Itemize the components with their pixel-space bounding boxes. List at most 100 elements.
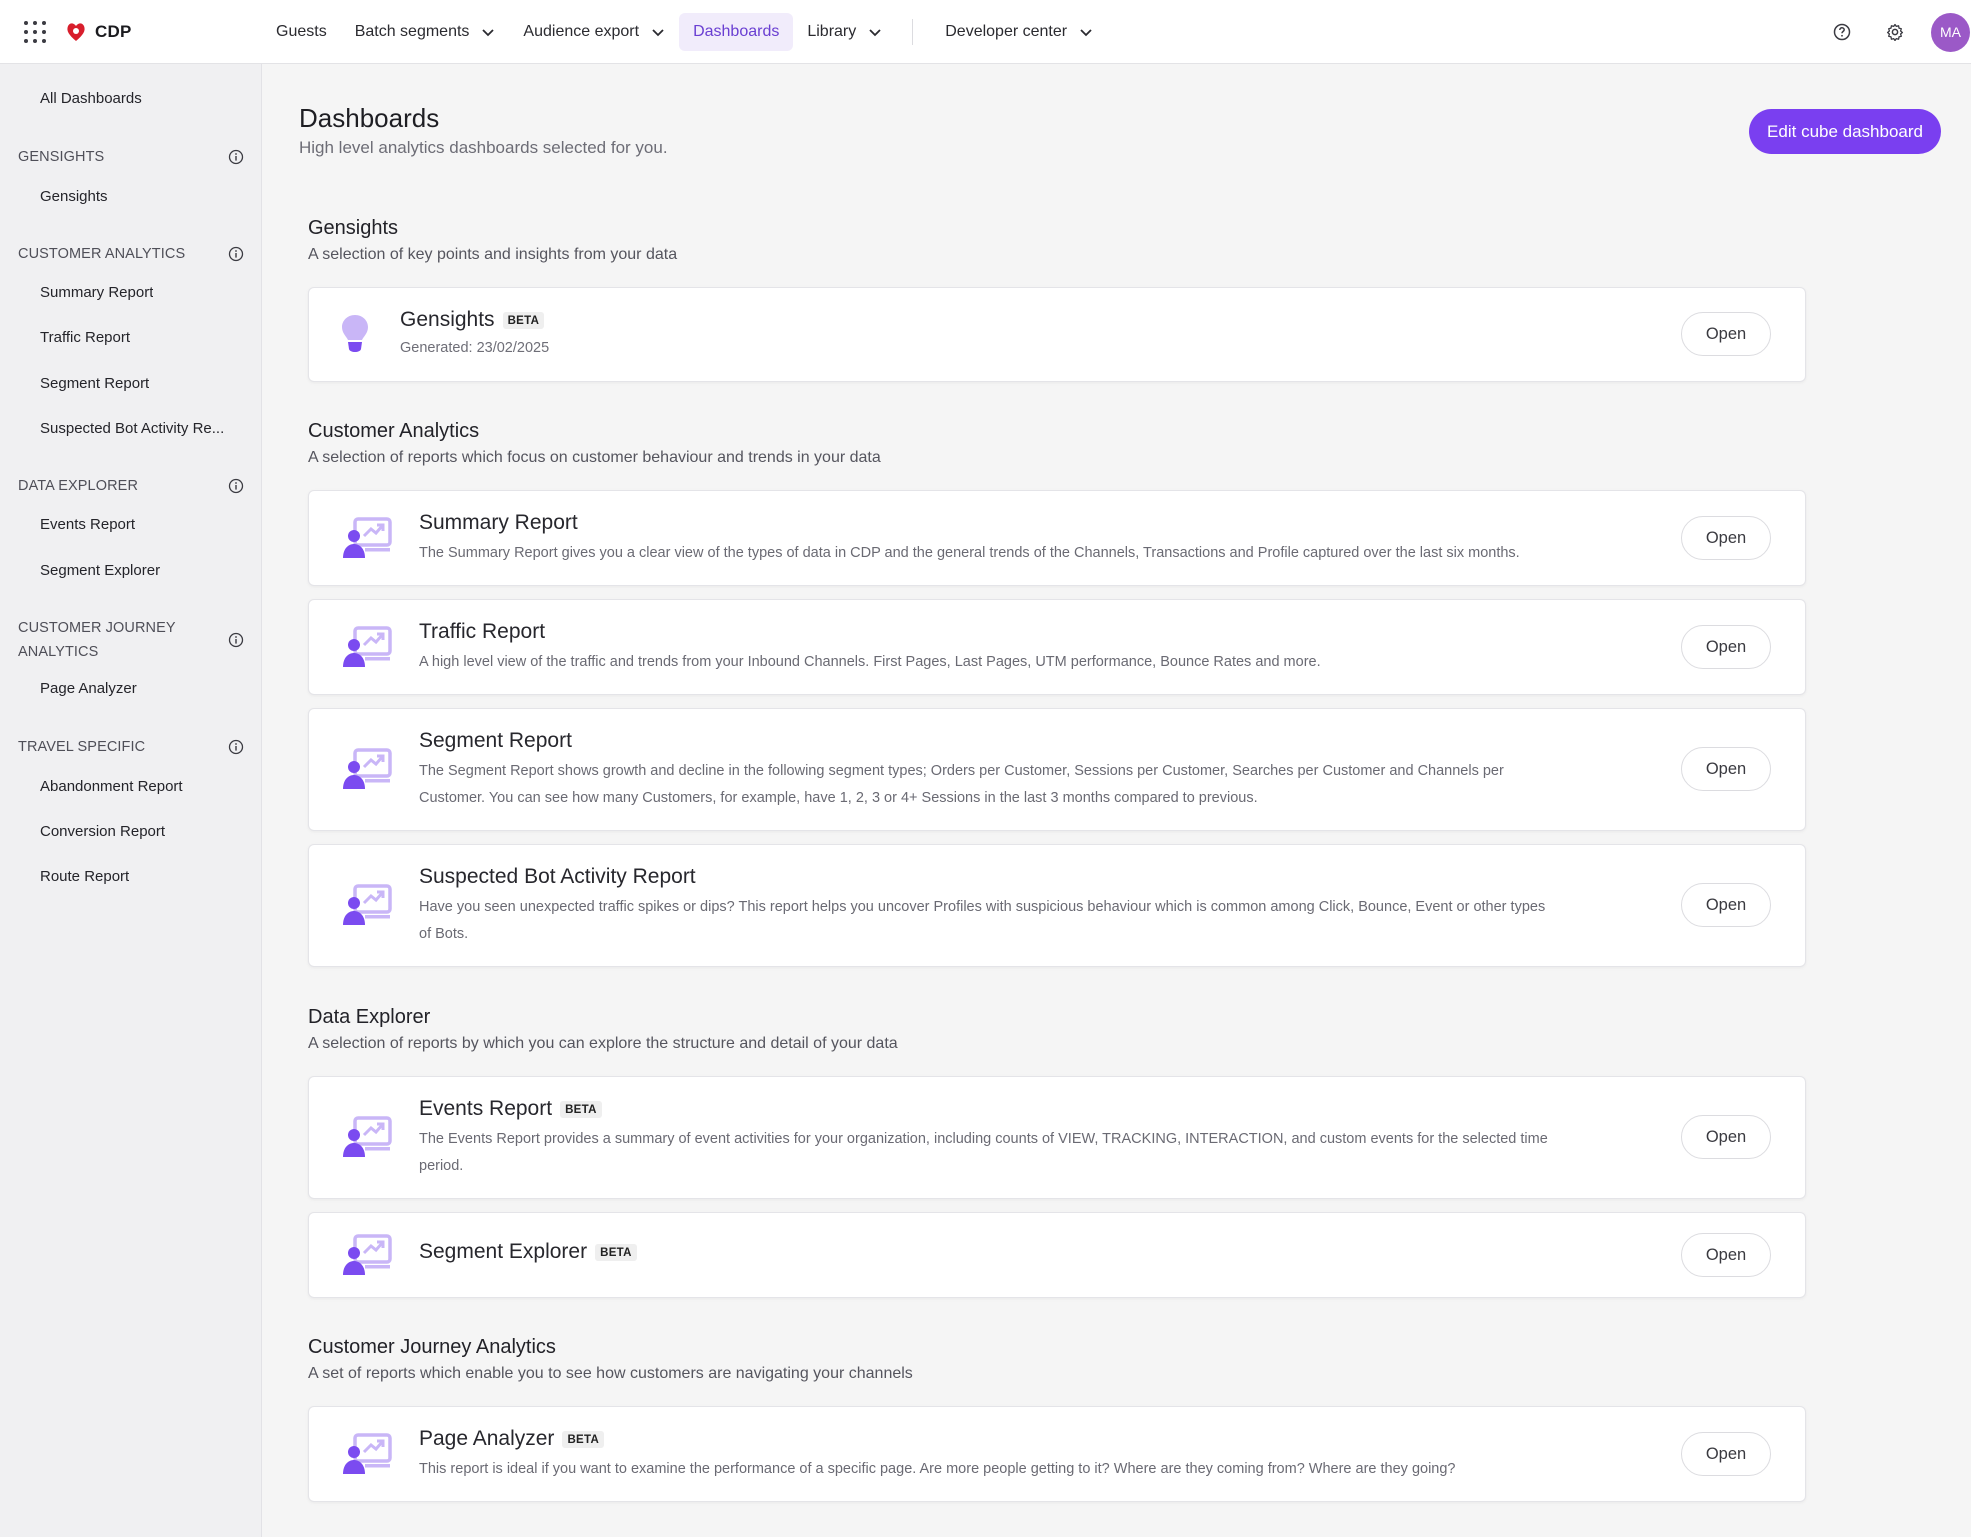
report-presentation-icon xyxy=(343,1116,392,1157)
nav-library[interactable]: Library xyxy=(793,13,896,51)
lightbulb-icon xyxy=(342,315,368,352)
info-icon[interactable] xyxy=(228,246,244,262)
nav-guests-label: Guests xyxy=(276,23,327,40)
beta-badge: BETA xyxy=(562,1430,605,1448)
dashboard-card-events-report: Events Report BETA The Events Report pro… xyxy=(308,1076,1806,1199)
section-desc-customer-analytics: A selection of reports which focus on cu… xyxy=(308,449,881,466)
sidebar-item-all-dashboards[interactable]: All Dashboards xyxy=(40,90,142,107)
sidebar-item-suspected-bot-activity[interactable]: Suspected Bot Activity Re... xyxy=(40,420,224,437)
sidebar-group-travel-specific: TRAVEL SPECIFIC xyxy=(18,739,146,755)
card-title-text: Segment Explorer xyxy=(419,1240,588,1263)
sidebar-item-conversion-report[interactable]: Conversion Report xyxy=(40,823,165,840)
nav-developer-center-label: Developer center xyxy=(945,23,1068,40)
chevron-down-icon xyxy=(1080,29,1092,37)
settings-gear-icon[interactable] xyxy=(1884,21,1906,43)
sidebar-item-page-analyzer[interactable]: Page Analyzer xyxy=(40,680,137,697)
sidebar-group-customer-analytics: CUSTOMER ANALYTICS xyxy=(18,246,186,262)
card-title: Traffic Report xyxy=(419,620,546,643)
page-title: Dashboards xyxy=(299,103,440,133)
card-title: Suspected Bot Activity Report xyxy=(419,865,696,888)
card-title: Events Report BETA xyxy=(419,1097,602,1121)
card-title-text: Gensights xyxy=(400,308,495,331)
report-presentation-icon xyxy=(343,884,392,925)
open-button[interactable]: Open xyxy=(1681,1115,1771,1159)
report-presentation-icon xyxy=(343,748,392,789)
dashboard-card-page-analyzer: Page Analyzer BETA This report is ideal … xyxy=(308,1406,1806,1502)
report-presentation-icon xyxy=(343,1234,392,1275)
open-button[interactable]: Open xyxy=(1681,1233,1771,1277)
nav-divider xyxy=(912,19,914,45)
sidebar-item-summary-report[interactable]: Summary Report xyxy=(40,284,153,301)
open-button[interactable]: Open xyxy=(1681,883,1771,927)
open-button[interactable]: Open xyxy=(1681,625,1771,669)
chevron-down-icon xyxy=(482,29,495,37)
section-title-customer-analytics: Customer Analytics xyxy=(308,420,480,442)
nav-developer-center[interactable]: Developer center xyxy=(931,13,1107,51)
card-description: Have you seen unexpected traffic spikes … xyxy=(419,899,1546,942)
sidebar-item-segment-report[interactable]: Segment Report xyxy=(40,375,149,392)
page-subtitle: High level analytics dashboards selected… xyxy=(299,138,668,157)
sidebar-item-gensights[interactable]: Gensights xyxy=(40,188,108,205)
sidebar-item-route-report[interactable]: Route Report xyxy=(40,868,129,885)
nav-audience-export[interactable]: Audience export xyxy=(509,13,679,51)
top-right-tools: MA xyxy=(1831,0,1971,64)
card-title: Segment Report xyxy=(419,729,572,752)
info-icon[interactable] xyxy=(228,149,244,165)
open-button[interactable]: Open xyxy=(1681,1432,1771,1476)
dashboard-card-traffic-report: Traffic Report A high level view of the … xyxy=(308,599,1806,695)
dashboard-card-summary-report: Summary Report The Summary Report gives … xyxy=(308,490,1806,586)
card-generated-date: Generated: 23/02/2025 xyxy=(400,340,550,356)
report-presentation-icon xyxy=(343,1433,392,1474)
report-presentation-icon xyxy=(343,517,392,558)
card-title: Segment Explorer BETA xyxy=(419,1240,637,1264)
card-description: A high level view of the traffic and tre… xyxy=(419,654,1321,670)
nav-dashboards-label: Dashboards xyxy=(693,23,780,40)
sidebar-item-traffic-report[interactable]: Traffic Report xyxy=(40,329,130,346)
nav-batch-segments-label: Batch segments xyxy=(354,23,470,40)
nav-audience-export-label: Audience export xyxy=(523,23,640,40)
dashboard-card-segment-report: Segment Report The Segment Report shows … xyxy=(308,708,1806,831)
section-title-data-explorer: Data Explorer xyxy=(308,1006,431,1028)
sidebar-group-data-explorer: DATA EXPLORER xyxy=(18,478,139,494)
nav-library-label: Library xyxy=(807,23,857,40)
sidebar-item-abandonment-report[interactable]: Abandonment Report xyxy=(40,778,183,795)
brand-logo[interactable]: CDP xyxy=(64,20,132,44)
app-launcher-icon[interactable] xyxy=(24,21,46,43)
info-icon[interactable] xyxy=(228,632,244,648)
nav-batch-segments[interactable]: Batch segments xyxy=(341,13,510,51)
card-description: The Events Report provides a summary of … xyxy=(419,1131,1548,1174)
info-icon[interactable] xyxy=(228,739,244,755)
edit-cube-dashboard-button[interactable]: Edit cube dashboard xyxy=(1749,109,1941,154)
open-button[interactable]: Open xyxy=(1681,516,1771,560)
nav-dashboards[interactable]: Dashboards xyxy=(679,13,794,51)
section-desc-customer-journey-analytics: A set of reports which enable you to see… xyxy=(308,1365,913,1382)
nav-guests[interactable]: Guests xyxy=(262,13,341,51)
beta-badge: BETA xyxy=(595,1243,637,1261)
help-icon[interactable] xyxy=(1831,21,1853,43)
sidebar-group-gensights: GENSIGHTS xyxy=(18,149,105,165)
sidebar-item-segment-explorer[interactable]: Segment Explorer xyxy=(40,562,160,579)
card-title: Gensights BETA xyxy=(400,308,545,332)
cdp-logo-icon xyxy=(67,23,85,41)
main-nav: Guests Batch segments Audience export Da… xyxy=(262,12,1107,52)
open-button[interactable]: Open xyxy=(1681,312,1771,356)
top-navigation-bar: CDP Guests Batch segments Audience expor… xyxy=(0,0,1971,64)
chevron-down-icon xyxy=(652,29,664,37)
section-desc-gensights: A selection of key points and insights f… xyxy=(308,246,678,263)
dashboard-card-suspected-bot-activity-report: Suspected Bot Activity Report Have you s… xyxy=(308,844,1806,967)
section-title-gensights: Gensights xyxy=(308,217,399,239)
card-title-text: Events Report xyxy=(419,1097,553,1120)
app-name: CDP xyxy=(95,22,132,41)
card-title: Summary Report xyxy=(419,511,578,534)
sidebar: All Dashboards GENSIGHTS Gensights CUSTO… xyxy=(0,64,262,1537)
card-description: This report is ideal if you want to exam… xyxy=(419,1461,1456,1477)
card-title: Page Analyzer BETA xyxy=(419,1427,605,1451)
user-avatar[interactable]: MA xyxy=(1931,12,1970,52)
card-description: The Segment Report shows growth and decl… xyxy=(419,763,1504,806)
dashboard-card-segment-explorer: Segment Explorer BETA Open xyxy=(308,1212,1806,1298)
info-icon[interactable] xyxy=(228,478,244,494)
sidebar-item-events-report[interactable]: Events Report xyxy=(40,516,135,533)
open-button[interactable]: Open xyxy=(1681,747,1771,791)
card-description: The Summary Report gives you a clear vie… xyxy=(419,545,1520,561)
beta-badge: BETA xyxy=(560,1100,602,1118)
